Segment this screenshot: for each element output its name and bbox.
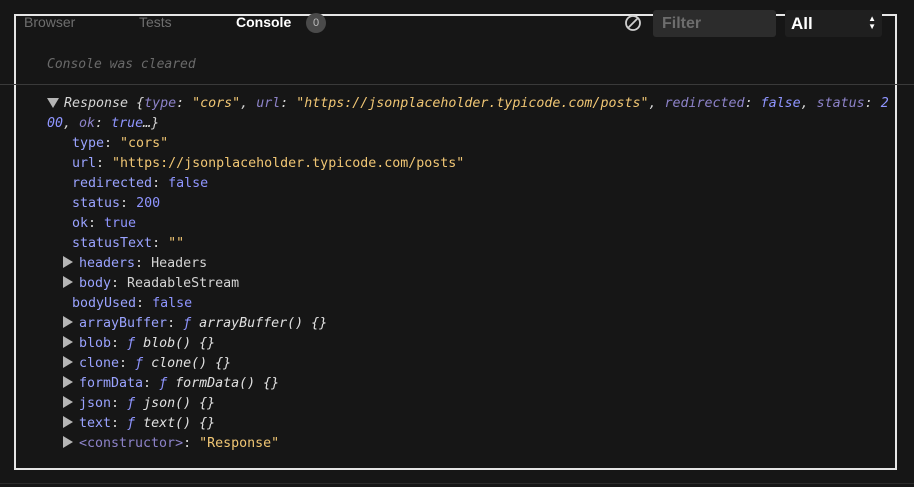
summary-open: { <box>136 96 145 111</box>
prop-status: status: 200 <box>72 196 161 211</box>
summary-key: redirected <box>664 96 745 111</box>
summary-value: true <box>111 116 144 131</box>
console-cleared-message: Console was cleared <box>47 57 196 72</box>
summary-value: "https://jsonplaceholder.typicode.com/po… <box>296 96 649 111</box>
prop-arraybuffer[interactable]: arrayBuffer: ƒ arrayBuffer() {} <box>79 315 327 333</box>
response-summary-wrap: 00, ok: true…} <box>47 116 160 131</box>
triangle-right-icon[interactable] <box>63 336 73 348</box>
prop-clone[interactable]: clone: ƒ clone() {} <box>79 355 231 373</box>
summary-value: "cors" <box>192 96 241 111</box>
summary-key: url <box>256 96 281 111</box>
filter-input[interactable] <box>653 10 776 37</box>
log-level-value: All <box>791 14 813 33</box>
prop-bodyused: bodyUsed: false <box>72 296 193 311</box>
prop-url: url: "https://jsonplaceholder.typicode.c… <box>72 156 465 171</box>
triangle-right-icon[interactable] <box>63 276 73 288</box>
triangle-right-icon[interactable] <box>63 356 73 368</box>
log-divider <box>0 84 914 85</box>
log-level-select[interactable]: All ▲ ▼ <box>785 10 882 37</box>
prop-blob[interactable]: blob: ƒ blob() {} <box>79 335 215 353</box>
prop-formdata[interactable]: formData: ƒ formData() {} <box>79 375 279 393</box>
triangle-down-icon[interactable] <box>47 98 59 108</box>
prop-text[interactable]: text: ƒ text() {} <box>79 415 215 433</box>
triangle-right-icon[interactable] <box>63 396 73 408</box>
response-name: Response <box>64 96 129 111</box>
prop-statustext: statusText: "" <box>72 236 185 251</box>
summary-key: type <box>144 96 177 111</box>
bottom-divider <box>0 483 914 484</box>
prop-ok: ok: true <box>72 216 137 231</box>
triangle-right-icon[interactable] <box>63 256 73 268</box>
prop-json[interactable]: json: ƒ json() {} <box>79 395 215 413</box>
prop-body[interactable]: body: ReadableStream <box>79 275 239 293</box>
prop-type: type: "cors" <box>72 136 169 151</box>
console-count-badge: 0 <box>306 13 326 33</box>
summary-key: ok <box>79 116 96 131</box>
summary-value: false <box>760 96 801 111</box>
triangle-right-icon[interactable] <box>63 316 73 328</box>
prop-constructor[interactable]: <constructor>: "Response" <box>79 435 279 453</box>
summary-key: status <box>816 96 865 111</box>
select-arrows-icon: ▲ ▼ <box>868 14 876 31</box>
prop-redirected: redirected: false <box>72 176 209 191</box>
summary-value: 2 <box>880 96 889 111</box>
tab-browser[interactable]: Browser <box>24 14 75 30</box>
block-icon[interactable] <box>624 14 642 32</box>
prop-headers[interactable]: headers: Headers <box>79 255 207 273</box>
triangle-right-icon[interactable] <box>63 376 73 388</box>
triangle-right-icon[interactable] <box>63 416 73 428</box>
tab-tests[interactable]: Tests <box>139 14 172 30</box>
tab-console[interactable]: Console <box>236 14 291 30</box>
response-summary[interactable]: Response {type: "cors", url: "https://js… <box>64 95 889 113</box>
summary-value: 00 <box>47 116 64 131</box>
triangle-right-icon[interactable] <box>63 436 73 448</box>
summary-close: …} <box>143 116 160 131</box>
